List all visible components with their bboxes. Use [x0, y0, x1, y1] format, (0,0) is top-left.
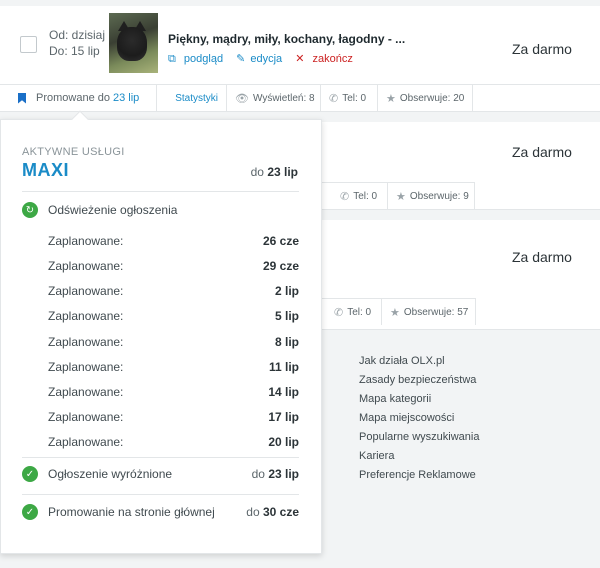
schedule-row: Zaplanowane: 2 lip	[48, 284, 299, 298]
ad-actions: ⧉ podgląd ✎ edycja ✕ zakończ	[168, 52, 363, 66]
service-refresh: ↻ Odświeżenie ogłoszenia	[22, 202, 299, 218]
ad-price: Za darmo	[512, 249, 572, 265]
footer-link-ad-preferences[interactable]: Preferencje Reklamowe	[359, 466, 479, 485]
star-icon: ★	[390, 306, 400, 319]
date-to: Do: 15 lip	[49, 44, 100, 58]
check-icon: ✓	[22, 504, 38, 520]
featured-expiry: do 23 lip	[251, 467, 299, 481]
ad-stats-bar: ✆ Tel: 0 ★ Obserwuje: 57	[322, 298, 476, 325]
schedule-row: Zaplanowane: 14 lip	[48, 385, 299, 399]
external-link-icon: ⧉	[168, 53, 176, 65]
ad-stats-bar: ✆ Tel: 0 ★ Obserwuje: 9	[322, 182, 475, 209]
footer-links: Jak działa OLX.pl Zasady bezpieczeństwa …	[359, 352, 479, 485]
divider	[22, 457, 299, 458]
homepage-expiry: do 30 cze	[246, 505, 299, 519]
service-featured: ✓ Ogłoszenie wyróżnione do 23 lip	[22, 466, 299, 482]
views-count: 👁 Wyświetleń: 8	[227, 85, 321, 111]
check-icon: ✓	[22, 466, 38, 482]
eye-icon: 👁	[235, 92, 249, 105]
stats-link[interactable]: Statystyki	[157, 85, 227, 111]
popup-subtitle: AKTYWNE USŁUGI	[22, 146, 125, 158]
refresh-icon: ↻	[22, 202, 38, 218]
ad-card: Od: dzisiaj Do: 15 lip Piękny, mądry, mi…	[0, 6, 600, 112]
star-icon: ★	[396, 190, 406, 203]
schedule-row: Zaplanowane: 11 lip	[48, 360, 299, 374]
footer-link-how-olx-works[interactable]: Jak działa OLX.pl	[359, 352, 479, 371]
footer-link-safety[interactable]: Zasady bezpieczeństwa	[359, 371, 479, 390]
schedule-row: Zaplanowane: 17 lip	[48, 410, 299, 424]
schedule-row: Zaplanowane: 8 lip	[48, 335, 299, 349]
phone-icon: ✆	[329, 92, 339, 105]
footer-link-career[interactable]: Kariera	[359, 447, 479, 466]
footer-link-city-map[interactable]: Mapa miejscowości	[359, 409, 479, 428]
schedule-row: Zaplanowane: 29 cze	[48, 259, 299, 273]
popup-arrow	[71, 110, 89, 128]
ad-dates: Od: dzisiaj Do: 15 lip	[49, 27, 105, 59]
divider	[22, 494, 299, 495]
phone-icon: ✆	[340, 190, 350, 203]
watch-count: ★ Obserwuje: 20	[378, 85, 473, 111]
footer-link-category-map[interactable]: Mapa kategorii	[359, 390, 479, 409]
preview-link[interactable]: ⧉ podgląd	[168, 53, 228, 65]
divider	[22, 191, 299, 192]
bookmark-icon	[18, 92, 26, 104]
phone-icon: ✆	[334, 306, 344, 319]
edit-link[interactable]: ✎ edycja	[236, 53, 287, 65]
close-icon: ✕	[295, 53, 305, 65]
star-icon: ★	[386, 92, 396, 105]
schedule-row: Zaplanowane: 20 lip	[48, 435, 299, 449]
phone-count: ✆ Tel: 0	[322, 183, 388, 209]
date-from: Od: dzisiaj	[49, 28, 106, 42]
ad-checkbox[interactable]	[20, 36, 37, 53]
ad-thumbnail[interactable]	[109, 13, 158, 73]
footer-link-popular-searches[interactable]: Popularne wyszukiwania	[359, 428, 479, 447]
ad-price: Za darmo	[512, 144, 572, 160]
active-services-popup: AKTYWNE USŁUGI MAXI do 23 lip ↻ Odświeże…	[0, 110, 322, 554]
watch-count: ★ Obserwuje: 57	[382, 299, 476, 325]
schedule-row: Zaplanowane: 5 lip	[48, 309, 299, 323]
service-homepage: ✓ Promowanie na stronie głównej do 30 cz…	[22, 504, 299, 520]
phone-count: ✆ Tel: 0	[322, 299, 382, 325]
schedule-row: Zaplanowane: 26 cze	[48, 234, 299, 248]
ad-stats-bar: Promowane do 23 lip Statystyki 👁 Wyświetle…	[0, 84, 600, 111]
phone-count: ✆ Tel: 0	[321, 85, 378, 111]
watch-count: ★ Obserwuje: 9	[388, 183, 475, 209]
plan-expiry: do 23 lip	[250, 165, 298, 179]
plan-name: MAXI	[22, 160, 69, 180]
pencil-icon: ✎	[236, 53, 246, 65]
ad-title[interactable]: Piękny, mądry, miły, kochany, łagodny - …	[168, 32, 405, 46]
end-link[interactable]: ✕ zakończ	[295, 53, 358, 65]
promo-toggle[interactable]: Promowane do 23 lip	[0, 85, 157, 111]
ad-price: Za darmo	[512, 41, 572, 57]
